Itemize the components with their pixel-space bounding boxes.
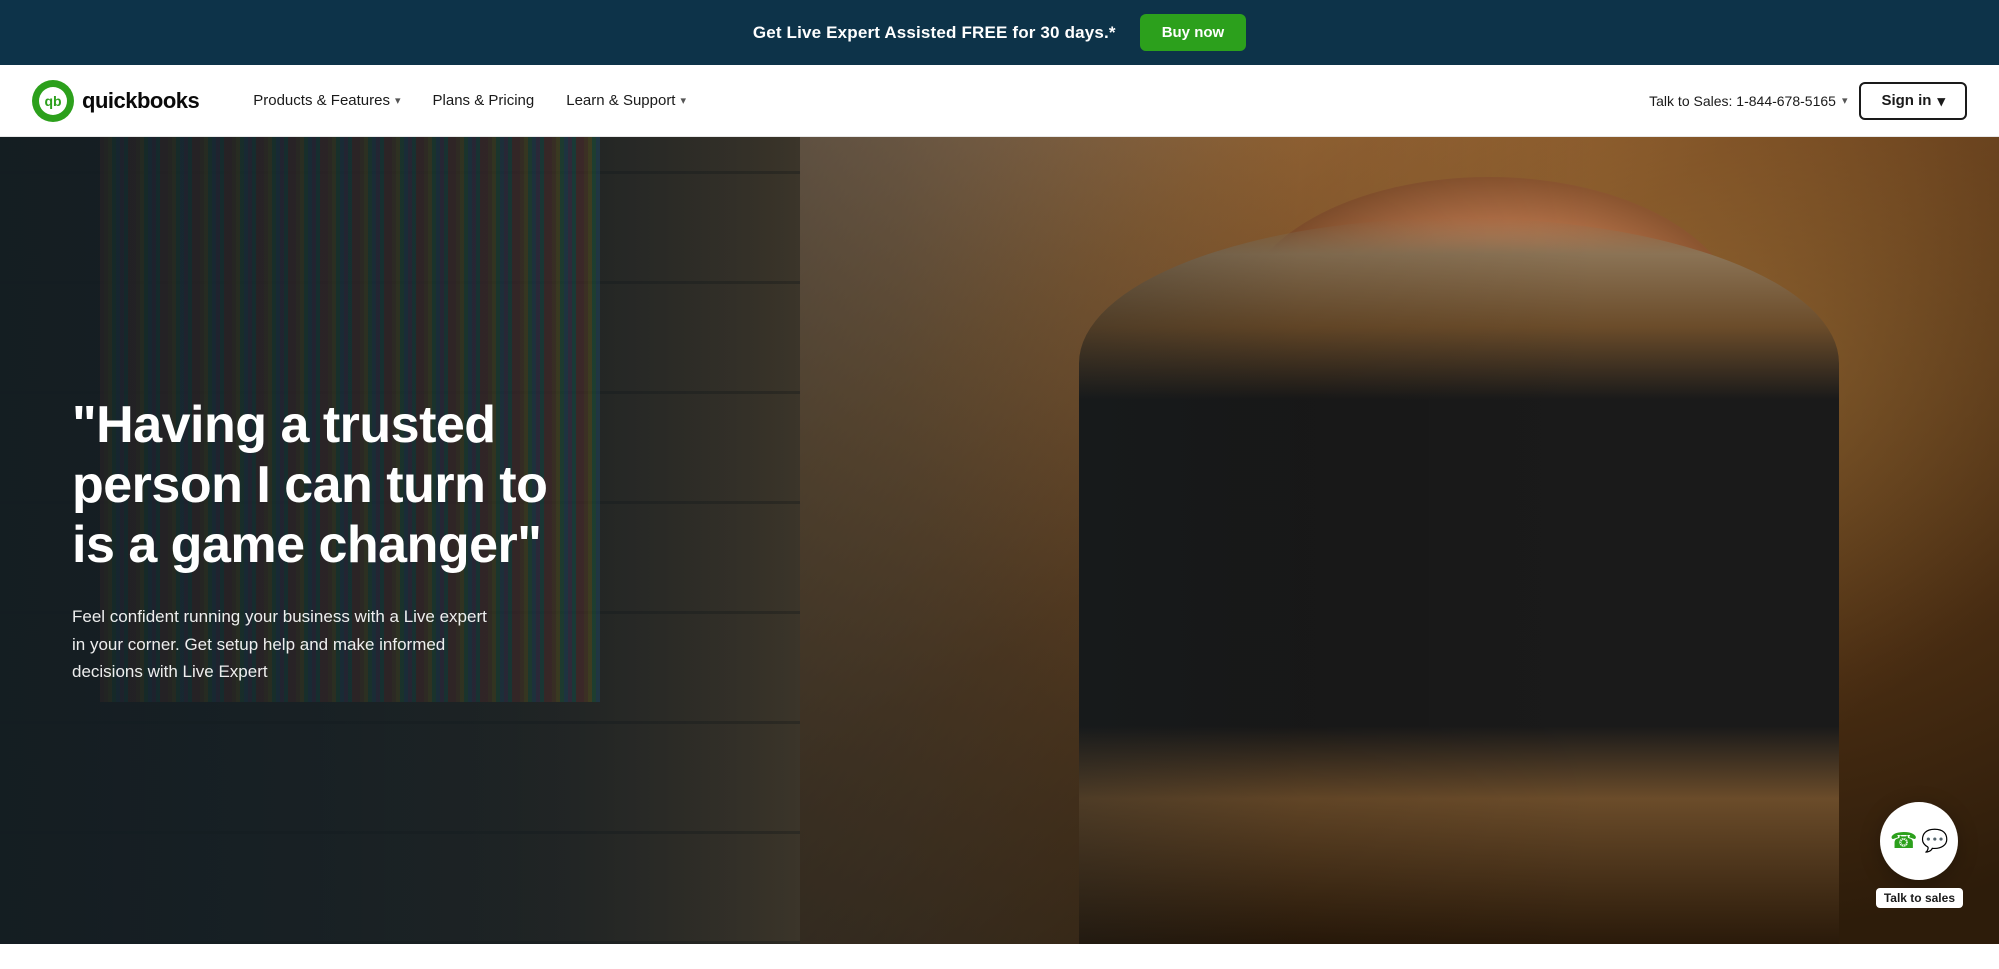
phone-icon: ☎	[1890, 828, 1917, 854]
talk-to-sales-text: Talk to Sales: 1-844-678-5165	[1649, 93, 1836, 109]
talk-sales-chevron-icon: ▾	[1842, 94, 1848, 107]
plans-pricing-label: Plans & Pricing	[433, 92, 535, 109]
hero-quote: "Having a trusted person I can turn to i…	[72, 396, 600, 575]
hero-subtext: Feel confident running your business wit…	[72, 603, 502, 685]
sign-in-button[interactable]: Sign in ▾	[1859, 82, 1967, 120]
talk-to-sales-link[interactable]: Talk to Sales: 1-844-678-5165 ▾	[1649, 93, 1847, 109]
products-chevron-icon: ▾	[395, 94, 401, 107]
sign-in-label: Sign in	[1881, 92, 1931, 109]
banner-text: Get Live Expert Assisted FREE for 30 day…	[753, 23, 1116, 43]
logo-text: quickbooks	[82, 88, 199, 114]
top-banner: Get Live Expert Assisted FREE for 30 day…	[0, 0, 1999, 65]
learn-chevron-icon: ▾	[680, 94, 686, 107]
quickbooks-logo-icon: qb	[32, 80, 74, 122]
logo-link[interactable]: qb quickbooks	[32, 80, 199, 122]
learn-support-label: Learn & Support	[566, 92, 675, 109]
hero-content: "Having a trusted person I can turn to i…	[0, 396, 600, 685]
nav-links: Products & Features ▾ Plans & Pricing Le…	[239, 84, 1649, 117]
buy-now-button[interactable]: Buy now	[1140, 14, 1247, 51]
products-features-label: Products & Features	[253, 92, 390, 109]
sign-in-chevron-icon: ▾	[1937, 92, 1945, 110]
learn-support-nav[interactable]: Learn & Support ▾	[552, 84, 700, 117]
products-features-nav[interactable]: Products & Features ▾	[239, 84, 414, 117]
svg-text:qb: qb	[44, 93, 61, 109]
navbar: qb quickbooks Products & Features ▾ Plan…	[0, 65, 1999, 137]
nav-right: Talk to Sales: 1-844-678-5165 ▾ Sign in …	[1649, 82, 1967, 120]
chat-widget[interactable]: ☎ 💬 Talk to sales	[1876, 802, 1963, 908]
chat-label: Talk to sales	[1876, 888, 1963, 908]
hero-section: "Having a trusted person I can turn to i…	[0, 137, 1999, 944]
chat-message-icon: 💬	[1921, 828, 1948, 854]
plans-pricing-nav[interactable]: Plans & Pricing	[419, 84, 549, 117]
chat-circle-button[interactable]: ☎ 💬	[1880, 802, 1958, 880]
